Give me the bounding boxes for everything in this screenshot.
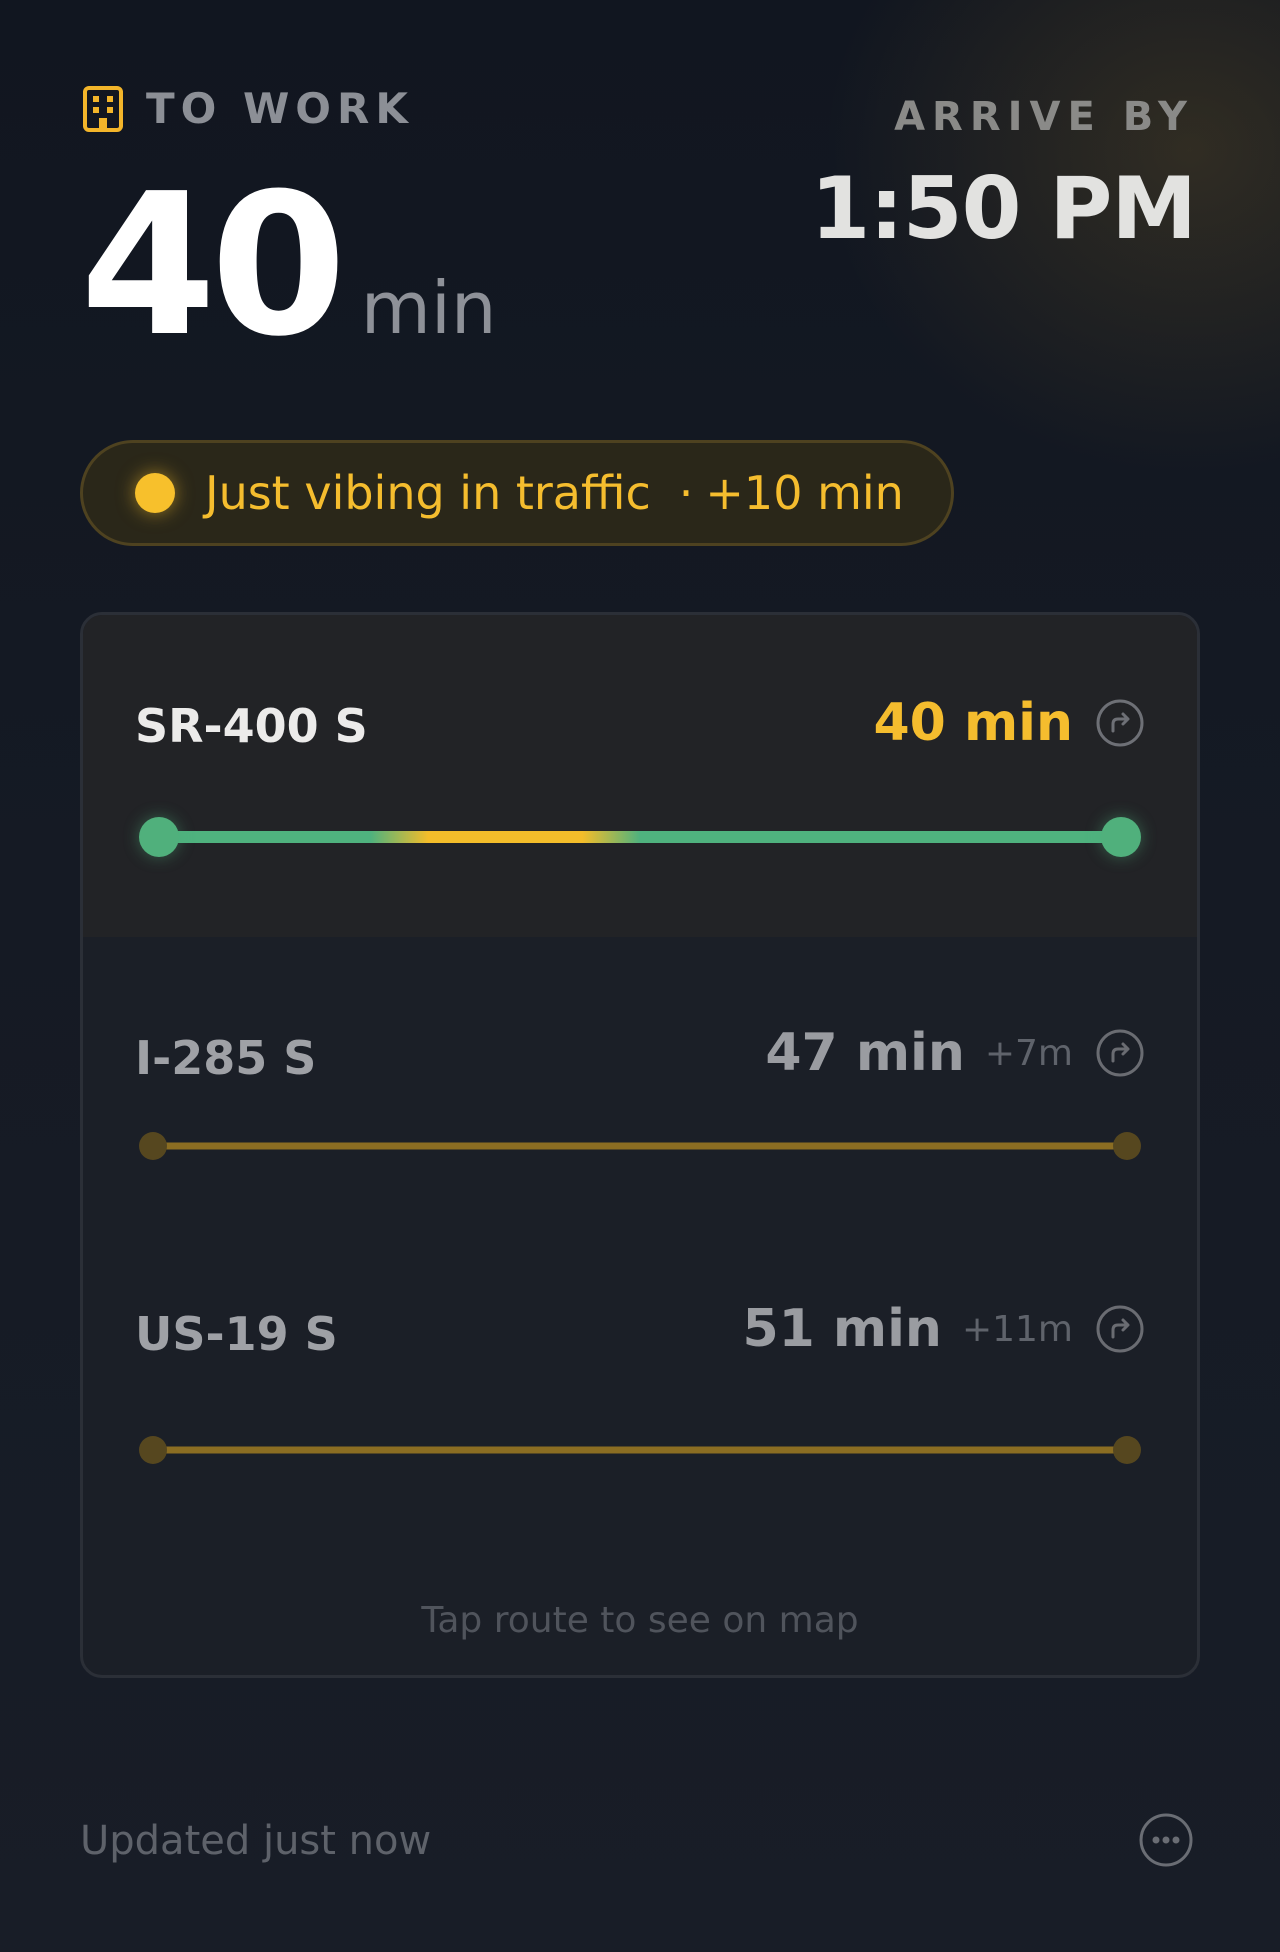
status-dot [135,473,175,513]
building-icon [83,85,123,132]
route-time: 47 min [765,1023,965,1083]
route-option-sr-400[interactable]: SR-400 S 40 min [83,615,1197,937]
map-hint-text: Tap route to see on map [421,1600,859,1641]
route-traffic-bar [139,1131,1141,1161]
commute-widget: TO WORK 40 min ARRIVE BY 1:50 PM Just vi… [0,0,1280,1952]
turn-right-circle-icon[interactable] [1095,1304,1145,1354]
route-option-us-19[interactable]: US-19 S 51 min +11m [83,1249,1197,1561]
status-delay: +10 min [705,466,904,520]
route-name: I-285 S [135,1031,317,1085]
route-delta: +11m [961,1308,1073,1350]
route-delta: +7m [984,1032,1073,1074]
route-start-node [139,1132,167,1160]
route-name: SR-400 S [135,699,368,753]
traffic-line [159,1142,1121,1150]
route-end-node [1113,1436,1141,1464]
route-name: US-19 S [135,1307,338,1361]
duration-value: 40 [80,152,347,380]
route-start-node [139,1436,167,1464]
commute-duration: 40 min [80,168,497,364]
destination-header: TO WORK [82,84,414,133]
status-separator: · [678,466,694,520]
route-time: 51 min [742,1299,942,1359]
route-traffic-bar [139,1435,1141,1465]
route-option-i-285[interactable]: I-285 S 47 min +7m [83,937,1197,1249]
route-time-group: 51 min +11m [742,1299,1145,1359]
updated-status: Updated just now [80,1818,432,1864]
arrive-by-label: ARRIVE BY [894,94,1194,140]
route-start-node [139,817,179,857]
route-time: 40 min [873,693,1074,753]
route-time-group: 47 min +7m [765,1023,1145,1083]
route-end-node [1113,1132,1141,1160]
duration-unit: min [360,266,497,350]
status-text: Just vibing in traffic [205,466,651,520]
destination-label: TO WORK [146,84,414,133]
turn-right-circle-icon[interactable] [1095,698,1145,748]
route-traffic-bar [139,817,1141,857]
route-end-node [1101,817,1141,857]
arrive-by-time: 1:50 PM [810,159,1197,259]
routes-card: SR-400 S 40 min I-285 S 47 min +7m US-19… [80,612,1200,1678]
traffic-line [159,1446,1121,1454]
traffic-line [159,831,1121,843]
turn-right-circle-icon[interactable] [1095,1028,1145,1078]
traffic-status-pill: Just vibing in traffic · +10 min [80,440,954,546]
more-horizontal-icon[interactable] [1138,1812,1194,1868]
route-time-group: 40 min [874,693,1146,753]
